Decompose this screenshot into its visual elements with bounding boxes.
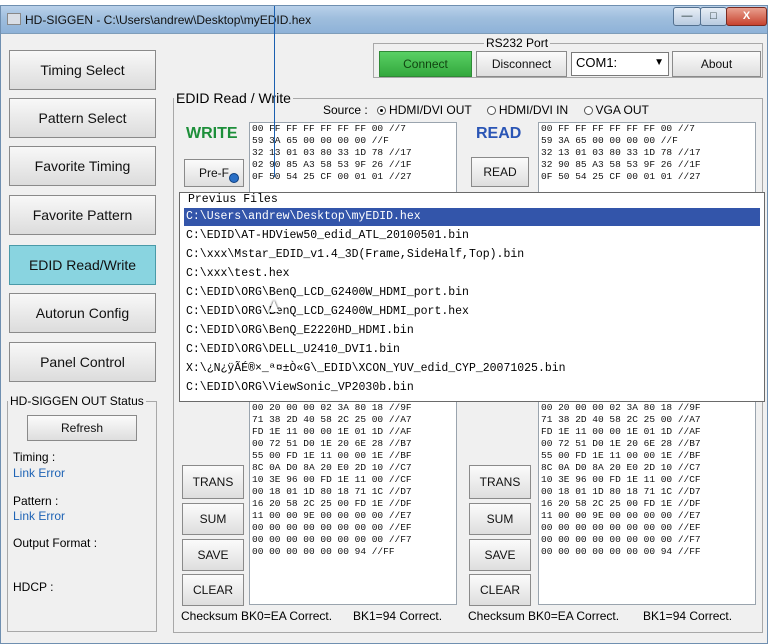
checksum-write-bk1: BK1=94 Correct. (353, 609, 443, 623)
read-button[interactable]: READ (471, 157, 529, 187)
app-icon (7, 13, 21, 25)
write-label: WRITE (186, 125, 238, 142)
checksum-read-bk1: BK1=94 Correct. (643, 609, 733, 623)
nav-pattern-select[interactable]: Pattern Select (9, 98, 156, 138)
source-hdmi-in[interactable]: HDMI/DVI IN (486, 103, 568, 117)
previous-files-legend: Previus Files (186, 193, 280, 206)
checksum-read-bk0: Checksum BK0=EA Correct. (468, 609, 620, 623)
save-button-read[interactable]: SAVE (469, 539, 531, 571)
pattern-status: Link Error (13, 509, 66, 523)
timing-label: Timing : (13, 450, 56, 464)
read-hex-top[interactable]: 00 FF FF FF FF FF FF 00 //7 59 3A 65 00 … (538, 122, 756, 194)
nav-favorite-timing[interactable]: Favorite Timing (9, 146, 156, 186)
disconnect-button[interactable]: Disconnect (476, 51, 567, 77)
source-selector: Source : HDMI/DVI OUT HDMI/DVI IN VGA OU… (323, 103, 649, 117)
file-item[interactable]: C:\EDID\ORG\BenQ_E2220HD_HDMI.bin (184, 322, 760, 340)
nav-edid-read-write[interactable]: EDID Read/Write (9, 245, 156, 285)
status-legend: HD-SIGGEN OUT Status (10, 394, 144, 408)
checksum-write-bk0: Checksum BK0=EA Correct. (181, 609, 333, 623)
clear-button-read[interactable]: CLEAR (469, 574, 531, 606)
mouse-pointer-icon (269, 300, 279, 312)
read-label: READ (476, 125, 522, 142)
source-label: Source : (323, 103, 368, 117)
radio-icon (583, 106, 593, 115)
maximize-icon[interactable]: □ (700, 7, 727, 26)
nav-panel-control[interactable]: Panel Control (9, 342, 156, 382)
write-hex-bottom[interactable]: 00 20 00 00 02 3A 80 18 //9F 71 38 2D 40… (249, 401, 457, 605)
sum-button-read[interactable]: SUM (469, 503, 531, 535)
nav-timing-select[interactable]: Timing Select (9, 50, 156, 90)
file-item[interactable]: X:\¿N¿ÿÃÉ®×_ª¤±Ò«G\_EDID\XCON_YUV_edid_C… (184, 360, 760, 378)
com-port-select[interactable]: COM1: ▼ (571, 52, 669, 76)
trans-button-write[interactable]: TRANS (182, 465, 244, 499)
read-hex-bottom[interactable]: 00 20 00 00 02 3A 80 18 //9F 71 38 2D 40… (538, 401, 756, 605)
minimize-icon[interactable]: — (673, 7, 701, 26)
close-icon[interactable]: X (726, 7, 767, 26)
file-item[interactable]: C:\xxx\test.hex (184, 265, 760, 283)
sum-button-write[interactable]: SUM (182, 503, 244, 535)
file-item[interactable]: C:\EDID\ORG\ViewSonic_VP2030b.bin (184, 379, 760, 397)
about-button[interactable]: About (672, 51, 761, 77)
annotation-dot (229, 173, 239, 183)
com-port-value: COM1: (576, 55, 618, 70)
connect-button[interactable]: Connect (379, 51, 472, 77)
file-item[interactable]: C:\xxx\Mstar_EDID_v1.4_3D(Frame,SideHalf… (184, 246, 760, 264)
nav-favorite-pattern[interactable]: Favorite Pattern (9, 195, 156, 235)
file-item[interactable]: C:\EDID\ORG\DELL_U2410_DVI1.bin (184, 341, 760, 359)
radio-selected-icon (377, 106, 387, 115)
previous-files-dropdown: Previus Files C:\Users\andrew\Desktop\my… (179, 192, 765, 402)
save-button-write[interactable]: SAVE (182, 539, 244, 571)
radio-icon (486, 106, 496, 115)
write-hex-top[interactable]: 00 FF FF FF FF FF FF 00 //7 59 3A 65 00 … (249, 122, 457, 194)
title-bar: HD-SIGGEN - C:\Users\andrew\Desktop\myED… (1, 6, 767, 34)
refresh-button[interactable]: Refresh (27, 415, 137, 441)
chevron-down-icon: ▼ (654, 57, 664, 68)
nav-autorun-config[interactable]: Autorun Config (9, 293, 156, 333)
file-item[interactable]: C:\EDID\AT-HDView50_edid_ATL_20100501.bi… (184, 227, 760, 245)
source-vga-out[interactable]: VGA OUT (583, 103, 649, 117)
hdcp-label: HDCP : (13, 580, 54, 594)
rs232-legend: RS232 Port (486, 36, 549, 50)
pattern-label: Pattern : (13, 494, 59, 508)
timing-status: Link Error (13, 466, 66, 480)
edid-legend: EDID Read / Write (176, 90, 291, 106)
window-title: HD-SIGGEN - C:\Users\andrew\Desktop\myED… (25, 13, 312, 27)
file-item[interactable]: C:\Users\andrew\Desktop\myEDID.hex (184, 208, 760, 226)
clear-button-write[interactable]: CLEAR (182, 574, 244, 606)
source-hdmi-out[interactable]: HDMI/DVI OUT (377, 103, 472, 117)
output-format-label: Output Format : (13, 536, 98, 550)
app-window: HD-SIGGEN - C:\Users\andrew\Desktop\myED… (0, 5, 768, 644)
trans-button-read[interactable]: TRANS (469, 465, 531, 499)
annotation-line (274, 6, 275, 177)
